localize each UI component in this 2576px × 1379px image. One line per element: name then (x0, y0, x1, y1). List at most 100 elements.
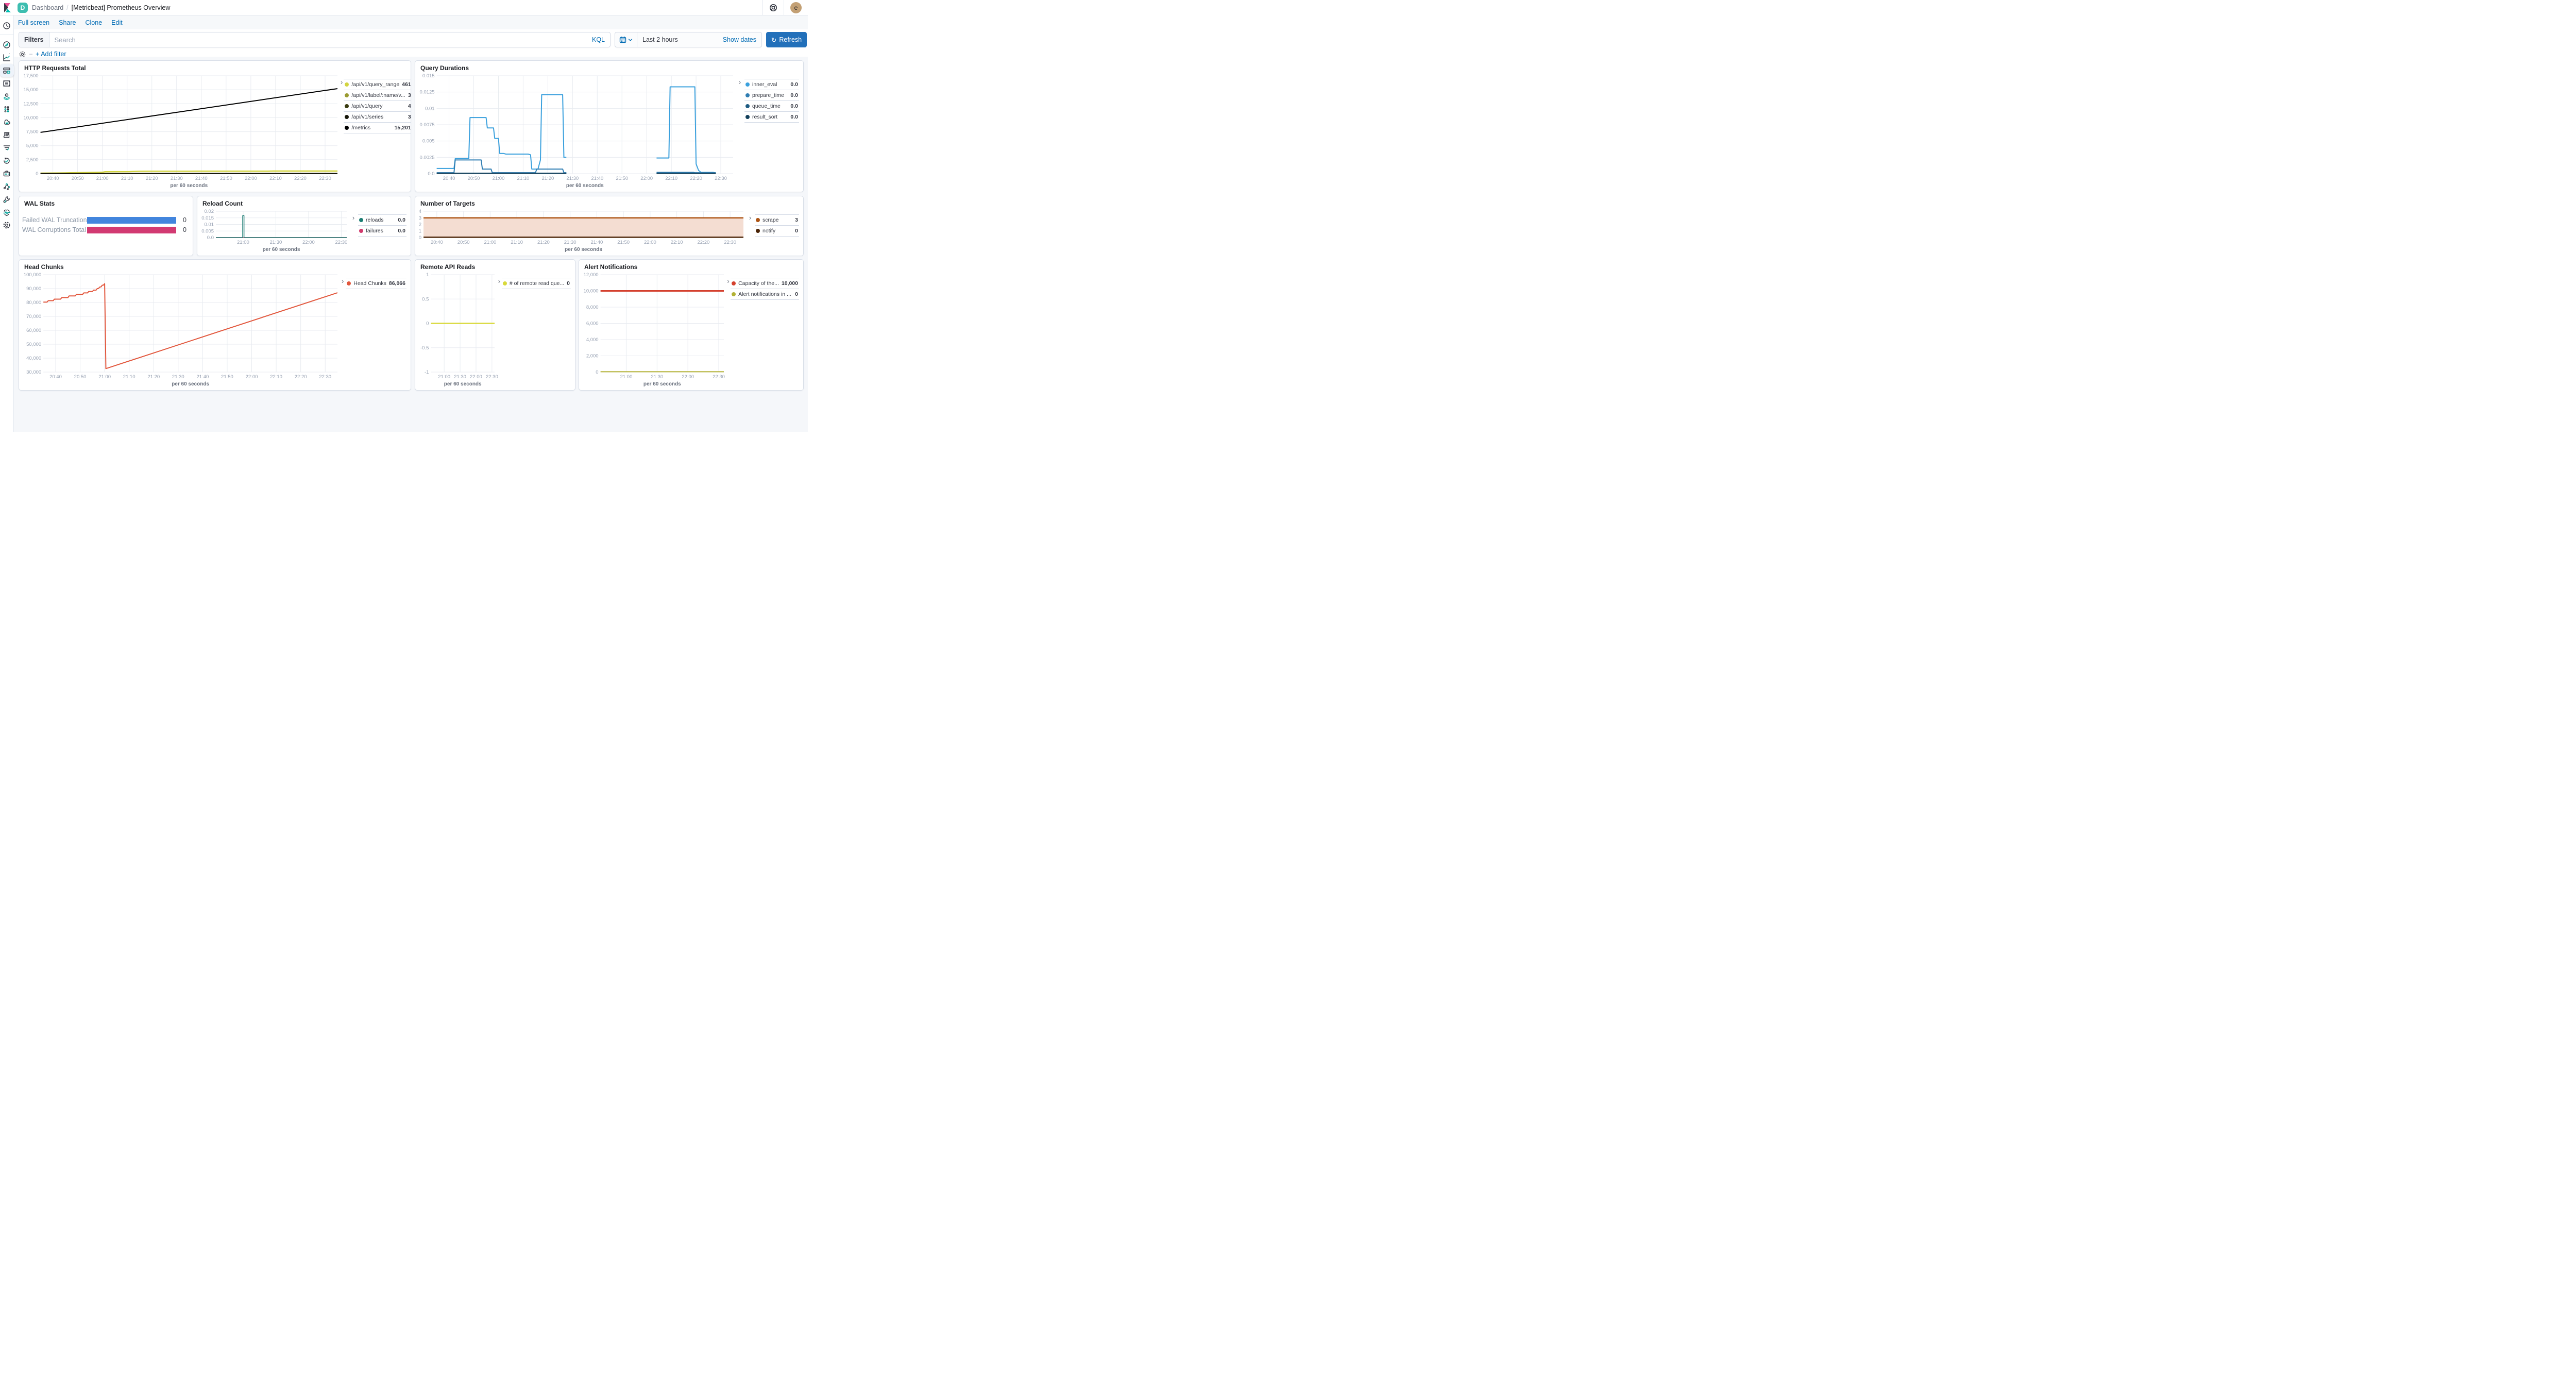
panel-title[interactable]: Reload Count (197, 196, 411, 207)
legend-item[interactable]: result_sort0.0 (744, 111, 799, 123)
svg-text:21:10: 21:10 (511, 240, 523, 245)
kql-switch[interactable]: KQL (587, 32, 610, 47)
legend-collapse-icon[interactable]: › (341, 79, 343, 86)
svg-text:21:40: 21:40 (195, 176, 208, 181)
svg-text:21:00: 21:00 (438, 374, 450, 380)
svg-text:3: 3 (419, 215, 421, 221)
sidebar-item-siem[interactable] (0, 167, 14, 180)
dashboard-toolbar: Full screen Share Clone Edit (14, 15, 808, 29)
legend-item[interactable]: Capacity of the...10,000 (731, 278, 799, 289)
svg-text:2,500: 2,500 (26, 157, 39, 163)
sidebar-item-discover[interactable] (0, 38, 14, 51)
svg-text:-1: -1 (425, 369, 429, 375)
hbar-bar[interactable] (87, 227, 176, 233)
svg-text:22:10: 22:10 (270, 374, 282, 380)
legend-collapse-icon[interactable]: › (736, 79, 743, 86)
series-color-dot (756, 218, 760, 222)
legend-collapse-icon[interactable]: › (341, 278, 345, 285)
panel-title[interactable]: HTTP Requests Total (19, 61, 411, 72)
legend-item[interactable]: queue_time0.0 (744, 100, 799, 111)
breadcrumb-dashboard-link[interactable]: Dashboard (32, 4, 63, 11)
chart-alert-notifications[interactable]: 12,00010,0008,0006,0004,0002,000021:0021… (579, 271, 727, 389)
chart-query-durations[interactable]: 0.0150.01250.010.00750.0050.00250.020:40… (415, 72, 736, 190)
sidebar-item-maps[interactable] (0, 90, 14, 103)
chart-head-chunks[interactable]: 100,00090,00080,00070,00060,00050,00040,… (19, 271, 341, 389)
panel-title[interactable]: Query Durations (415, 61, 803, 72)
legend-collapse-icon[interactable]: › (498, 278, 501, 285)
sidebar-item-machine-learning[interactable] (0, 103, 14, 115)
chart-number-of-targets[interactable]: 4321020:4020:5021:0021:1021:2021:3021:40… (415, 207, 747, 254)
clone-link[interactable]: Clone (86, 19, 103, 26)
legend-label: Head Chunks (353, 280, 386, 287)
calendar-menu-button[interactable] (615, 32, 637, 47)
full-screen-link[interactable]: Full screen (18, 19, 49, 26)
panel-title[interactable]: Remote API Reads (415, 260, 575, 271)
legend-item[interactable]: /api/v1/label/:name/v...3 (344, 90, 411, 100)
svg-text:0.0075: 0.0075 (420, 122, 435, 128)
time-range-value[interactable]: Last 2 hours (637, 36, 723, 43)
legend-item[interactable]: notify0 (755, 225, 799, 237)
sidebar-item-visualize[interactable] (0, 51, 14, 64)
sidebar-item-graph[interactable] (0, 180, 14, 193)
share-link[interactable]: Share (59, 19, 76, 26)
show-dates-link[interactable]: Show dates (723, 36, 761, 43)
panel-title[interactable]: Head Chunks (19, 260, 411, 271)
sidebar-item-logs[interactable] (0, 128, 14, 141)
legend-label: /api/v1/series (351, 114, 405, 120)
svg-text:21:30: 21:30 (566, 176, 579, 181)
legend-collapse-icon[interactable]: › (350, 214, 357, 222)
svg-text:0.0: 0.0 (207, 235, 214, 241)
space-avatar[interactable]: D (18, 3, 28, 13)
legend-item[interactable]: # of remote read que...0 (502, 278, 571, 289)
legend-item[interactable]: failures0.0 (358, 225, 406, 237)
series-color-dot (745, 104, 750, 108)
svg-text:21:20: 21:20 (146, 176, 158, 181)
sidebar-item-dev-tools[interactable] (0, 193, 14, 206)
sidebar-item-uptime[interactable] (0, 154, 14, 167)
panel-title[interactable]: Number of Targets (415, 196, 803, 207)
svg-text:per 60 seconds: per 60 seconds (566, 183, 604, 189)
legend-item[interactable]: /api/v1/query_range461 (344, 79, 411, 90)
user-menu-button[interactable]: e (784, 0, 808, 15)
svg-text:0.01: 0.01 (425, 106, 435, 111)
panel-title[interactable]: Alert Notifications (579, 260, 803, 271)
svg-text:12,500: 12,500 (24, 101, 39, 107)
legend-label: inner_eval (752, 81, 788, 88)
sidebar-item-metrics[interactable] (0, 115, 14, 128)
legend-item[interactable]: Alert notifications in ...0 (731, 289, 799, 300)
top-header: D Dashboard / [Metricbeat] Prometheus Ov… (0, 0, 808, 15)
chart-http-requests-total[interactable]: 17,50015,00012,50010,0007,5005,0002,5000… (19, 72, 341, 190)
sidebar-item-recently-viewed[interactable] (0, 20, 14, 32)
filters-prefix-button[interactable]: Filters (19, 32, 49, 47)
panel-title[interactable]: WAL Stats (19, 196, 193, 207)
svg-text:10,000: 10,000 (24, 115, 39, 121)
legend-item[interactable]: /api/v1/query4 (344, 100, 411, 111)
legend-value: 10,000 (782, 280, 798, 287)
sidebar-item-dashboard[interactable] (0, 64, 14, 77)
legend-item[interactable]: prepare_time0.0 (744, 90, 799, 100)
hbar-bar[interactable] (87, 217, 176, 224)
refresh-button[interactable]: ↻ Refresh (766, 32, 807, 47)
chart-reload-count[interactable]: 0.020.0150.010.0050.021:0021:3022:0022:3… (197, 207, 350, 254)
panel-http-requests-total: HTTP Requests Total17,50015,00012,50010,… (19, 60, 411, 192)
legend-collapse-icon[interactable]: › (727, 278, 730, 285)
edit-link[interactable]: Edit (111, 19, 123, 26)
svg-text:21:00: 21:00 (620, 374, 633, 380)
legend-item[interactable]: /metrics15,201 (344, 122, 411, 133)
sidebar-item-stack-monitoring[interactable] (0, 206, 14, 218)
sidebar-item-apm[interactable] (0, 141, 14, 154)
legend-item[interactable]: /api/v1/series3 (344, 111, 411, 122)
hbar-value: 0 (180, 226, 187, 233)
legend-item[interactable]: scrape3 (755, 214, 799, 225)
legend-item[interactable]: inner_eval0.0 (744, 79, 799, 90)
legend-collapse-icon[interactable]: › (747, 214, 754, 222)
legend-item[interactable]: reloads0.0 (358, 214, 406, 225)
chart-remote-api-reads[interactable]: 10.50-0.5-121:0021:3022:0022:30per 60 se… (415, 271, 498, 389)
legend-item[interactable]: Head Chunks86,066 (346, 278, 406, 289)
help-button[interactable] (762, 0, 784, 15)
kibana-logo[interactable] (0, 3, 15, 12)
svg-text:21:50: 21:50 (221, 374, 233, 380)
search-input[interactable] (49, 32, 587, 47)
sidebar-item-canvas[interactable] (0, 77, 14, 90)
sidebar-item-management[interactable] (0, 218, 14, 231)
